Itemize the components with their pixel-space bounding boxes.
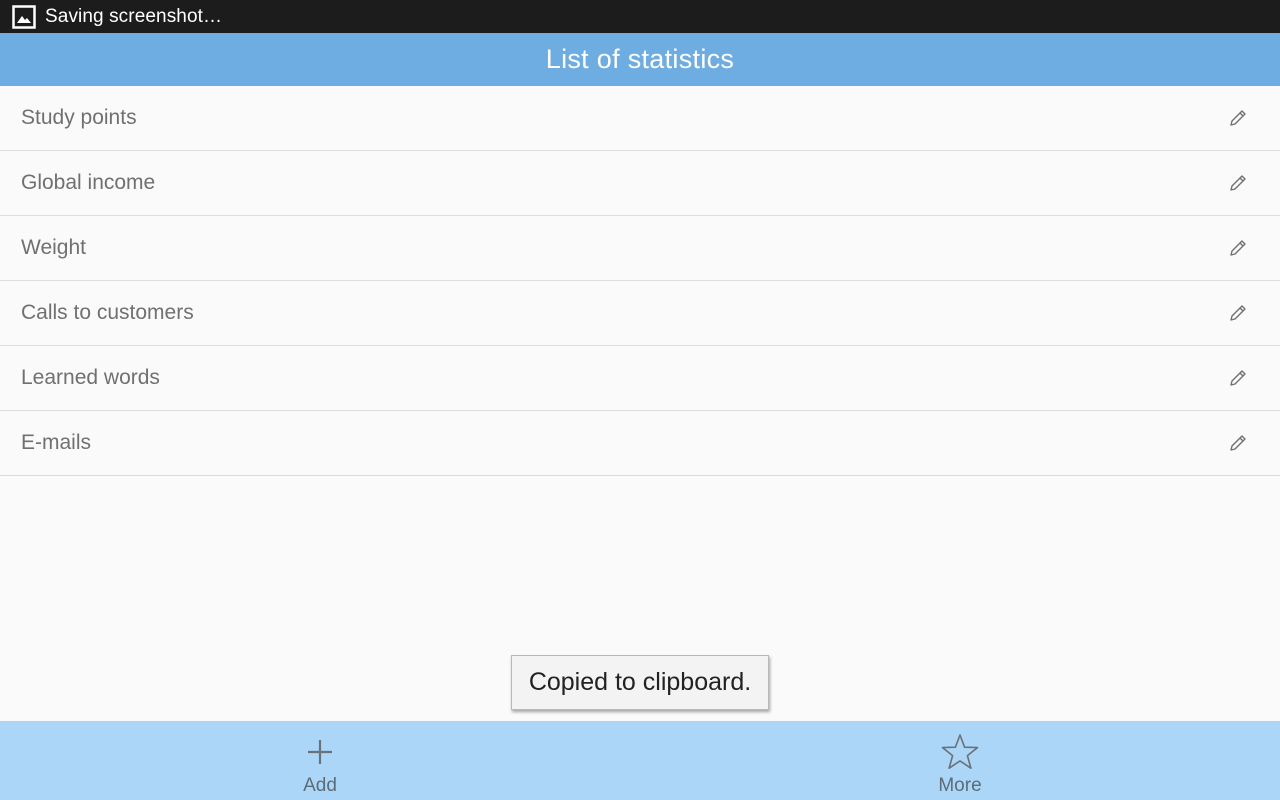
pencil-edit-icon[interactable] [1218, 293, 1258, 333]
list-item[interactable]: Global income [0, 151, 1280, 216]
list-item[interactable]: E-mails [0, 411, 1280, 476]
more-button[interactable]: More [640, 721, 1280, 800]
screenshot-image-icon [12, 4, 36, 29]
list-item-label: E-mails [21, 431, 92, 454]
action-bar: List of statistics [0, 33, 1280, 86]
pencil-edit-icon[interactable] [1218, 358, 1258, 398]
statistics-list: Study points Global income Weight Calls … [0, 86, 1280, 476]
plus-icon [300, 732, 340, 772]
list-item-label: Learned words [21, 366, 160, 389]
add-button[interactable]: Add [0, 721, 640, 800]
list-item[interactable]: Study points [0, 86, 1280, 151]
toast-message: Copied to clipboard. [511, 655, 769, 710]
status-notification-text: Saving screenshot… [45, 5, 223, 27]
add-button-label: Add [303, 775, 337, 796]
pencil-edit-icon[interactable] [1218, 423, 1258, 463]
pencil-edit-icon[interactable] [1218, 98, 1258, 138]
more-button-label: More [938, 775, 982, 796]
list-item[interactable]: Weight [0, 216, 1280, 281]
list-item-label: Global income [21, 171, 156, 194]
pencil-edit-icon[interactable] [1218, 228, 1258, 268]
pencil-edit-icon[interactable] [1218, 163, 1258, 203]
star-icon [940, 732, 980, 772]
list-item-label: Weight [21, 236, 86, 259]
list-item[interactable]: Learned words [0, 346, 1280, 411]
status-bar: Saving screenshot… [0, 0, 1280, 33]
page-title: List of statistics [545, 44, 735, 74]
list-item-label: Study points [21, 106, 137, 129]
list-item-label: Calls to customers [21, 301, 194, 324]
bottom-action-bar: Add More [0, 721, 1280, 800]
list-item[interactable]: Calls to customers [0, 281, 1280, 346]
